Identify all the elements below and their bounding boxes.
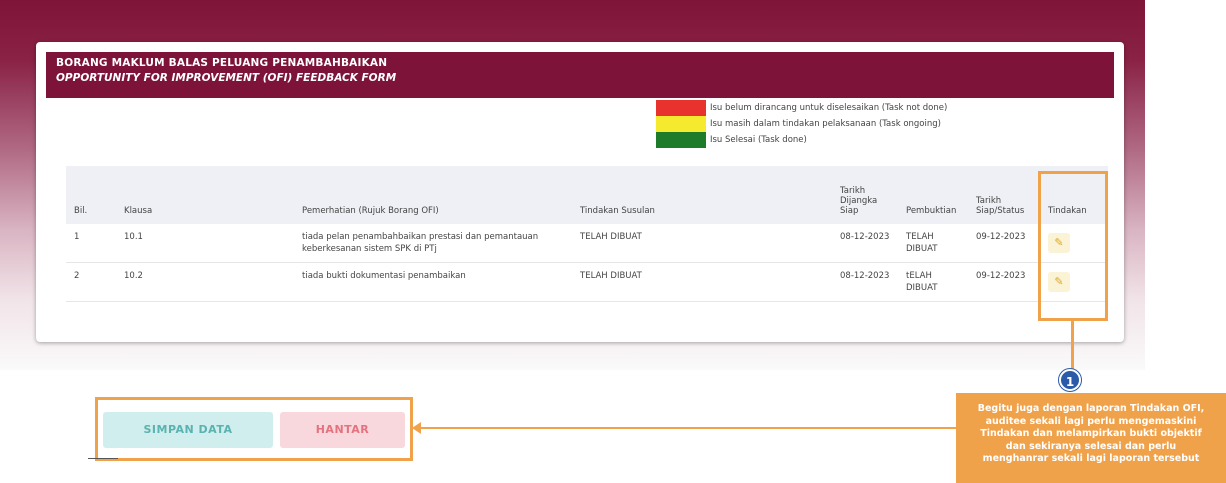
callout-line: Begitu juga dengan laporan Tindakan OFI, <box>977 403 1205 414</box>
cell-pembuktian: tELAH DIBUAT <box>898 262 968 302</box>
ofi-feedback-card: BORANG MAKLUM BALAS PELUANG PENAMBAHBAIK… <box>36 42 1124 342</box>
col-header-pembuktian: Pembuktian <box>898 166 968 224</box>
legend-swatch-green <box>656 132 706 148</box>
simpan-data-button[interactable]: SIMPAN DATA <box>103 412 273 448</box>
col-header-klausa: Klausa <box>116 166 294 224</box>
cell-tindakan-susulan: TELAH DIBUAT <box>572 224 832 263</box>
callout-line: auditee sekali lagi perlu mengemaskini <box>985 415 1197 427</box>
legend-item-not-done: Isu belum dirancang untuk diselesaikan (… <box>656 100 947 116</box>
legend-item-ongoing: Isu masih dalam tindakan pelaksanaan (Ta… <box>656 116 947 132</box>
form-title-ms: BORANG MAKLUM BALAS PELUANG PENAMBAHBAIK… <box>56 57 388 69</box>
col-header-tarikh-dijangka: Tarikh Dijangka Siap <box>832 166 898 224</box>
cell-pemerhatian: tiada bukti dokumentasi penambaikan <box>294 262 572 302</box>
table-header-row: Bil. Klausa Pemerhatian (Rujuk Borang OF… <box>66 166 1108 224</box>
col-header-tindakan-susulan: Tindakan Susulan <box>572 166 832 224</box>
legend-swatch-red <box>656 100 706 116</box>
cell-tarikh-dijangka: 08-12-2023 <box>832 262 898 302</box>
hantar-button[interactable]: HANTAR <box>280 412 405 448</box>
tindakan-column-highlight <box>1038 171 1108 321</box>
callout-connector <box>1071 321 1074 369</box>
cell-tarikh-siap: 09-12-2023 <box>968 262 1040 302</box>
cell-tarikh-siap: 09-12-2023 <box>968 224 1040 263</box>
table-row: 1 10.1 tiada pelan penambahbaikan presta… <box>66 224 1108 263</box>
cell-bil: 1 <box>66 224 116 263</box>
form-title-en: OPPORTUNITY FOR IMPROVEMENT (OFI) FEEDBA… <box>56 72 397 84</box>
legend-label: Isu Selesai (Task done) <box>710 135 807 145</box>
ofi-table: Bil. Klausa Pemerhatian (Rujuk Borang OF… <box>66 166 1108 302</box>
callout-line: menghanrar sekali lagi laporan tersebut <box>982 453 1200 464</box>
legend-label: Isu masih dalam tindakan pelaksanaan (Ta… <box>710 119 941 129</box>
legend-label: Isu belum dirancang untuk diselesaikan (… <box>710 103 948 113</box>
callout-line: Tindakan dan melampirkan bukti objektif <box>980 428 1202 439</box>
cell-klausa: 10.2 <box>116 262 294 302</box>
col-header-bil: Bil. <box>66 166 116 224</box>
table-row: 2 10.2 tiada bukti dokumentasi penambaik… <box>66 262 1108 302</box>
cell-tindakan-susulan: TELAH DIBUAT <box>572 262 832 302</box>
cell-klausa: 10.1 <box>116 224 294 263</box>
buttons-connector <box>420 427 956 429</box>
legend-item-done: Isu Selesai (Task done) <box>656 132 947 148</box>
arrow-left-icon <box>412 422 421 434</box>
callout-line: dan sekiranya selesai dan perlu <box>1005 440 1177 452</box>
legend-swatch-yellow <box>656 116 706 132</box>
form-header: BORANG MAKLUM BALAS PELUANG PENAMBAHBAIK… <box>46 52 1114 98</box>
cell-bil: 2 <box>66 262 116 302</box>
instruction-callout: Begitu juga dengan laporan Tindakan OFI,… <box>956 393 1226 483</box>
cell-pembuktian: TELAH DIBUAT <box>898 224 968 263</box>
cell-pemerhatian: tiada pelan penambahbaikan prestasi dan … <box>294 224 572 263</box>
step-badge: 1 <box>1059 369 1081 391</box>
status-legend: Isu belum dirancang untuk diselesaikan (… <box>656 100 947 148</box>
ofi-table-wrapper: Bil. Klausa Pemerhatian (Rujuk Borang OF… <box>66 166 1108 302</box>
cell-tarikh-dijangka: 08-12-2023 <box>832 224 898 263</box>
col-header-pemerhatian: Pemerhatian (Rujuk Borang OFI) <box>294 166 572 224</box>
underline-divider <box>88 458 118 459</box>
col-header-tarikh-siap: Tarikh Siap/Status <box>968 166 1040 224</box>
